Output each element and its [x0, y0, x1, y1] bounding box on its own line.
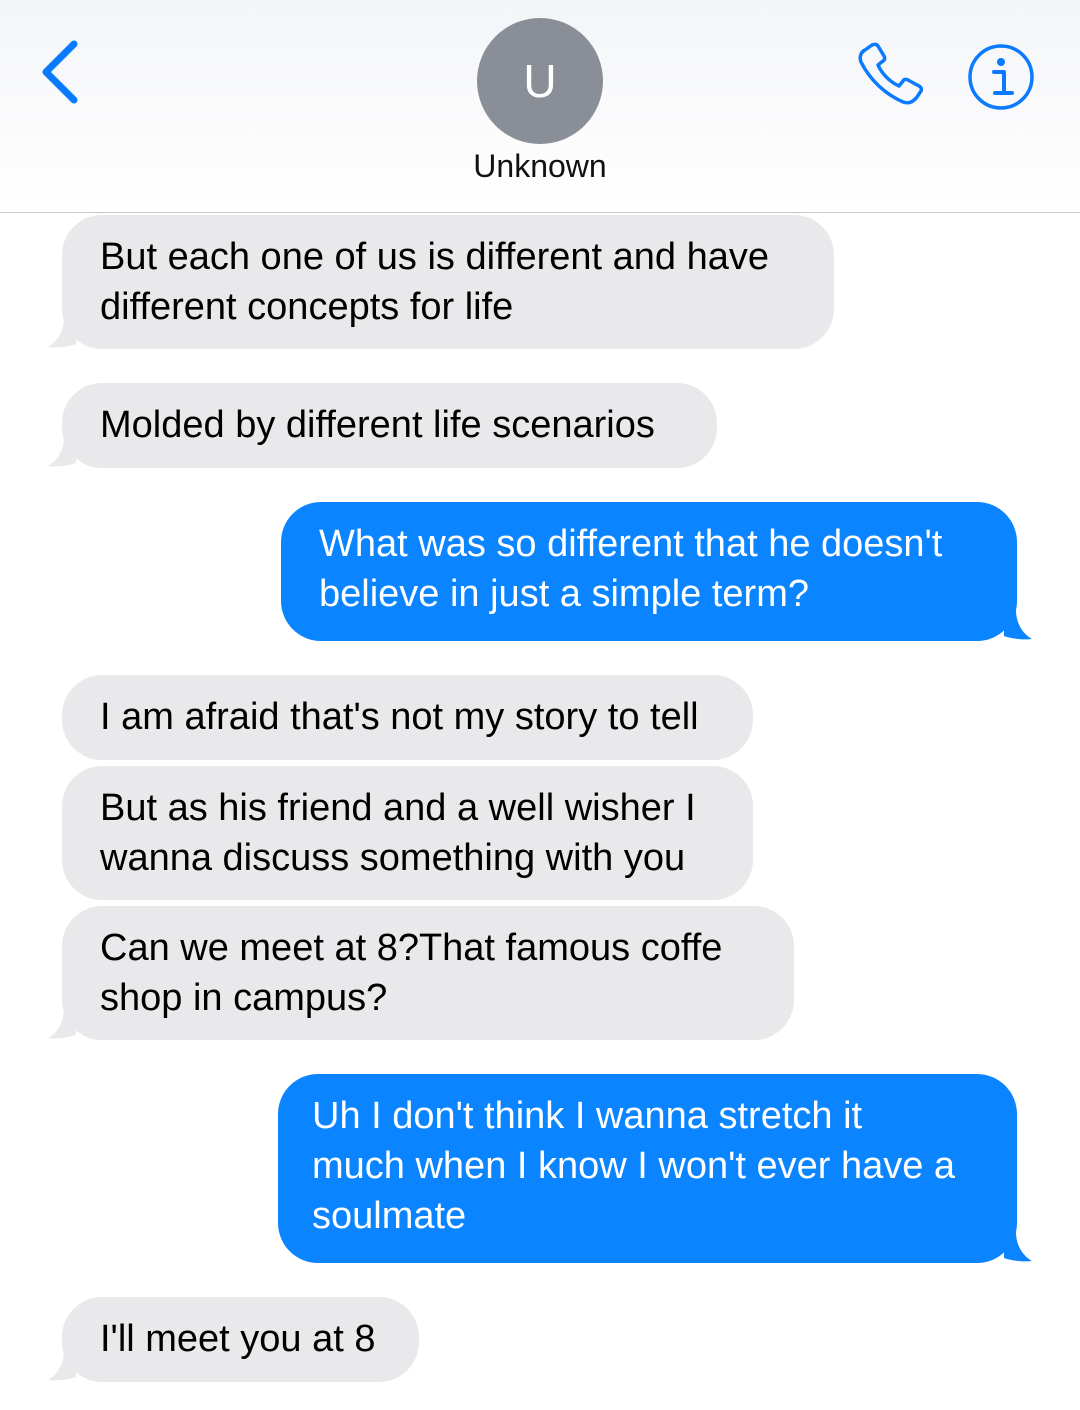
incoming-bubble-tail [48, 1009, 76, 1039]
message-text: Molded by different life scenarios [100, 404, 655, 446]
incoming-message[interactable]: I'll meet you at 8 [62, 1297, 419, 1382]
incoming-message[interactable]: But as his friend and a well wisher I wa… [62, 766, 753, 900]
incoming-message[interactable]: Molded by different life scenarios [62, 383, 717, 468]
incoming-bubble-tail [48, 437, 76, 467]
message-text: I'll meet you at 8 [100, 1318, 376, 1360]
incoming-bubble-tail [48, 1351, 76, 1381]
incoming-bubble-tail [48, 318, 76, 348]
message-text: Can we meet at 8?That famous coffe shop … [100, 927, 723, 1019]
message-text: What was so different that he doesn't be… [319, 523, 943, 615]
outgoing-bubble-tail [1004, 610, 1032, 640]
avatar-initial: U [523, 55, 557, 107]
conversation-header: U Unknown [0, 0, 1080, 213]
phone-button[interactable] [855, 42, 931, 108]
message-text: I am afraid that's not my story to tell [100, 696, 699, 738]
back-button[interactable] [30, 36, 90, 106]
phone-icon [858, 42, 924, 105]
contact-name[interactable]: Unknown [0, 148, 1080, 185]
incoming-message[interactable]: Can we meet at 8?That famous coffe shop … [62, 906, 794, 1040]
chevron-left-icon [42, 40, 78, 104]
incoming-message[interactable]: I am afraid that's not my story to tell [62, 675, 753, 760]
outgoing-message[interactable]: Uh I don't think I wanna stretch it much… [278, 1074, 1017, 1263]
info-button[interactable] [966, 42, 1036, 112]
message-text: Uh I don't think I wanna stretch it much… [312, 1095, 956, 1237]
message-text: But each one of us is different and have… [100, 236, 769, 328]
incoming-message[interactable]: But each one of us is different and have… [62, 215, 834, 349]
message-text: But as his friend and a well wisher I wa… [100, 787, 696, 879]
outgoing-bubble-tail [1004, 1232, 1032, 1262]
info-icon [968, 44, 1034, 110]
outgoing-message[interactable]: What was so different that he doesn't be… [281, 502, 1017, 641]
avatar[interactable]: U [477, 18, 603, 144]
